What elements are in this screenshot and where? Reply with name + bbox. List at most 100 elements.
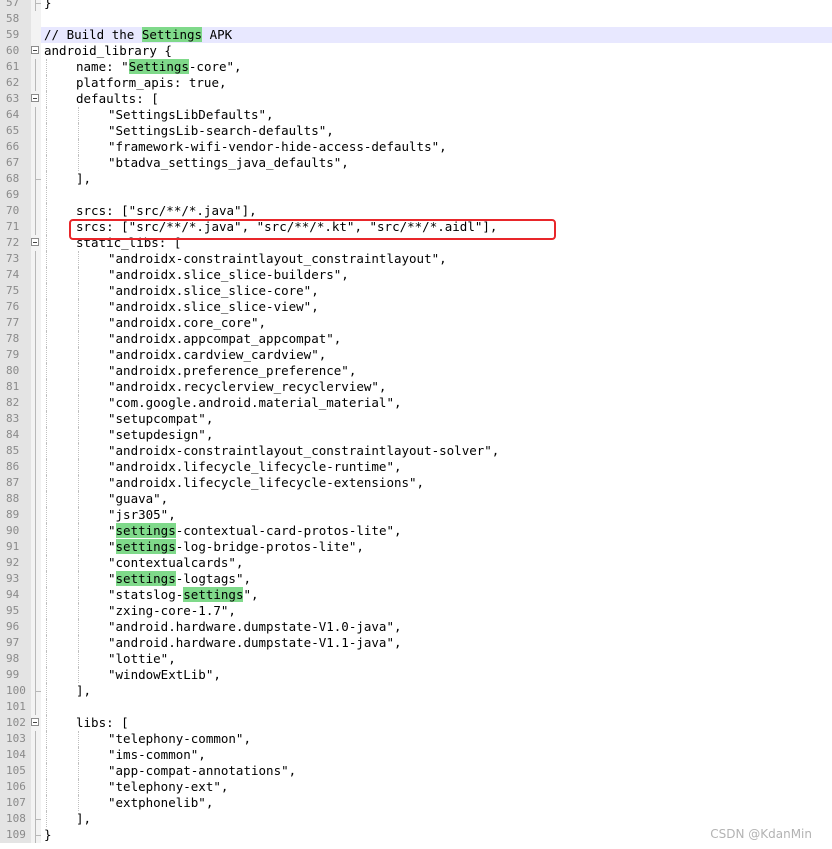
code-line[interactable]: 60 android_library { bbox=[0, 43, 832, 59]
code-line[interactable]: 70 srcs: ["src/**/*.java"], bbox=[0, 203, 832, 219]
indent-guide bbox=[46, 235, 47, 251]
code-line[interactable]: 86 "androidx.lifecycle_lifecycle-runtime"… bbox=[0, 459, 832, 475]
code-line[interactable]: 73 "androidx-constraintlayout_constraintl… bbox=[0, 251, 832, 267]
code-line[interactable]: 92 "contextualcards", bbox=[0, 555, 832, 571]
code-line[interactable]: 83 "setupcompat", bbox=[0, 411, 832, 427]
line-number: 95 bbox=[0, 603, 31, 619]
code-line[interactable]: 87 "androidx.lifecycle_lifecycle-extensio… bbox=[0, 475, 832, 491]
code-line[interactable]: 89 "jsr305", bbox=[0, 507, 832, 523]
code-line[interactable]: 75 "androidx.slice_slice-core", bbox=[0, 283, 832, 299]
code-line[interactable]: 85 "androidx-constraintlayout_constraintl… bbox=[0, 443, 832, 459]
code-text: "androidx.slice_slice-view", bbox=[108, 299, 319, 314]
code-line[interactable]: 105 "app-compat-annotations", bbox=[0, 763, 832, 779]
code-line[interactable]: 80 "androidx.preference_preference", bbox=[0, 363, 832, 379]
code-line[interactable]: 93 "settings-logtags", bbox=[0, 571, 832, 587]
code-line[interactable]: 77 "androidx.core_core", bbox=[0, 315, 832, 331]
code-line[interactable]: 90 "settings-contextual-card-protos-lite"… bbox=[0, 523, 832, 539]
code-editor[interactable]: 57} 58 59// Build the Settings APK 60 androi… bbox=[0, 0, 832, 843]
code-line[interactable]: 99 "windowExtLib", bbox=[0, 667, 832, 683]
code-text: "androidx.slice_slice-core", bbox=[108, 283, 319, 298]
code-line[interactable]: 65 "SettingsLib-search-defaults", bbox=[0, 123, 832, 139]
code-line[interactable]: 91 "settings-log-bridge-protos-lite", bbox=[0, 539, 832, 555]
fold-margin bbox=[31, 523, 41, 539]
code-line[interactable]: 76 "androidx.slice_slice-view", bbox=[0, 299, 832, 315]
code-line[interactable]: 67 "btadva_settings_java_defaults", bbox=[0, 155, 832, 171]
code-line[interactable]: 68], bbox=[0, 171, 832, 187]
code-line[interactable]: 101 bbox=[0, 699, 832, 715]
indent-guide bbox=[46, 411, 47, 427]
code-line[interactable]: 79 "androidx.cardview_cardview", bbox=[0, 347, 832, 363]
code-line[interactable]: 109} bbox=[0, 827, 832, 843]
fold-margin bbox=[31, 11, 41, 27]
indent-guide bbox=[78, 123, 79, 139]
code-line[interactable]: 102 libs: [ bbox=[0, 715, 832, 731]
code-line[interactable]: 84 "setupdesign", bbox=[0, 427, 832, 443]
code-text: "settings-log-bridge-protos-lite", bbox=[108, 539, 364, 554]
code-line[interactable]: 98 "lottie", bbox=[0, 651, 832, 667]
code-line[interactable]: 97 "android.hardware.dumpstate-V1.1-java"… bbox=[0, 635, 832, 651]
code-text: "jsr305", bbox=[108, 507, 176, 522]
code-line[interactable]: 69 bbox=[0, 187, 832, 203]
code-line[interactable]: 88 "guava", bbox=[0, 491, 832, 507]
code-line[interactable]: 78 "androidx.appcompat_appcompat", bbox=[0, 331, 832, 347]
indent-guide bbox=[46, 811, 47, 827]
code-line[interactable]: 66 "framework-wifi-vendor-hide-access-def… bbox=[0, 139, 832, 155]
fold-margin bbox=[31, 507, 41, 523]
code-text: "statslog-settings", bbox=[108, 587, 259, 602]
code-line[interactable]: 58 bbox=[0, 11, 832, 27]
line-number: 101 bbox=[0, 699, 31, 715]
code-text: "app-compat-annotations", bbox=[108, 763, 297, 778]
indent-guide bbox=[46, 251, 47, 267]
code-line[interactable]: 94 "statslog-settings", bbox=[0, 587, 832, 603]
indent-guide bbox=[78, 459, 79, 475]
line-number: 84 bbox=[0, 427, 31, 443]
line-number: 67 bbox=[0, 155, 31, 171]
indent-guide bbox=[46, 59, 47, 75]
fold-toggle-icon[interactable] bbox=[31, 94, 39, 102]
code-text: "android.hardware.dumpstate-V1.0-java", bbox=[108, 619, 402, 634]
fold-toggle-icon[interactable] bbox=[31, 46, 39, 54]
indent-guide bbox=[78, 635, 79, 651]
code-line[interactable]: 107 "extphonelib", bbox=[0, 795, 832, 811]
code-text: "zxing-core-1.7", bbox=[108, 603, 236, 618]
indent-guide bbox=[46, 267, 47, 283]
fold-margin bbox=[31, 283, 41, 299]
indent-guide bbox=[78, 251, 79, 267]
line-number: 80 bbox=[0, 363, 31, 379]
code-line[interactable]: 61 name: "Settings-core", bbox=[0, 59, 832, 75]
code-line[interactable]: 74 "androidx.slice_slice-builders", bbox=[0, 267, 832, 283]
code-line[interactable]: 103 "telephony-common", bbox=[0, 731, 832, 747]
fold-toggle-icon[interactable] bbox=[31, 718, 39, 726]
code-line[interactable]: 64 "SettingsLibDefaults", bbox=[0, 107, 832, 123]
fold-margin bbox=[31, 331, 41, 347]
code-line[interactable]: 104 "ims-common", bbox=[0, 747, 832, 763]
indent-guide bbox=[78, 603, 79, 619]
fold-margin bbox=[31, 763, 41, 779]
code-text: srcs: ["src/**/*.java"], bbox=[76, 203, 257, 218]
code-line[interactable]: 62 platform_apis: true, bbox=[0, 75, 832, 91]
indent-guide bbox=[78, 619, 79, 635]
search-match-highlight: settings bbox=[183, 587, 244, 602]
code-line[interactable]: 57} bbox=[0, 0, 832, 11]
fold-margin bbox=[31, 155, 41, 171]
code-line[interactable]: 96 "android.hardware.dumpstate-V1.0-java"… bbox=[0, 619, 832, 635]
fold-toggle-icon[interactable] bbox=[31, 238, 39, 246]
fold-margin bbox=[31, 699, 41, 715]
code-line[interactable]: 63 defaults: [ bbox=[0, 91, 832, 107]
code-line[interactable]: 81 "androidx.recyclerview_recyclerview", bbox=[0, 379, 832, 395]
code-text: android_library { bbox=[44, 43, 172, 58]
code-line[interactable]: 100], bbox=[0, 683, 832, 699]
code-line[interactable]: 59 // Build the Settings APK bbox=[0, 27, 832, 43]
code-line[interactable]: 106 "telephony-ext", bbox=[0, 779, 832, 795]
code-line[interactable]: 108], bbox=[0, 811, 832, 827]
line-number: 78 bbox=[0, 331, 31, 347]
indent-guide bbox=[46, 91, 47, 107]
code-line[interactable]: 95 "zxing-core-1.7", bbox=[0, 603, 832, 619]
line-number: 89 bbox=[0, 507, 31, 523]
line-number: 66 bbox=[0, 139, 31, 155]
line-number: 105 bbox=[0, 763, 31, 779]
code-line[interactable]: 82 "com.google.android.material_material"… bbox=[0, 395, 832, 411]
indent-guide bbox=[46, 747, 47, 763]
indent-guide bbox=[46, 171, 47, 187]
line-number: 94 bbox=[0, 587, 31, 603]
